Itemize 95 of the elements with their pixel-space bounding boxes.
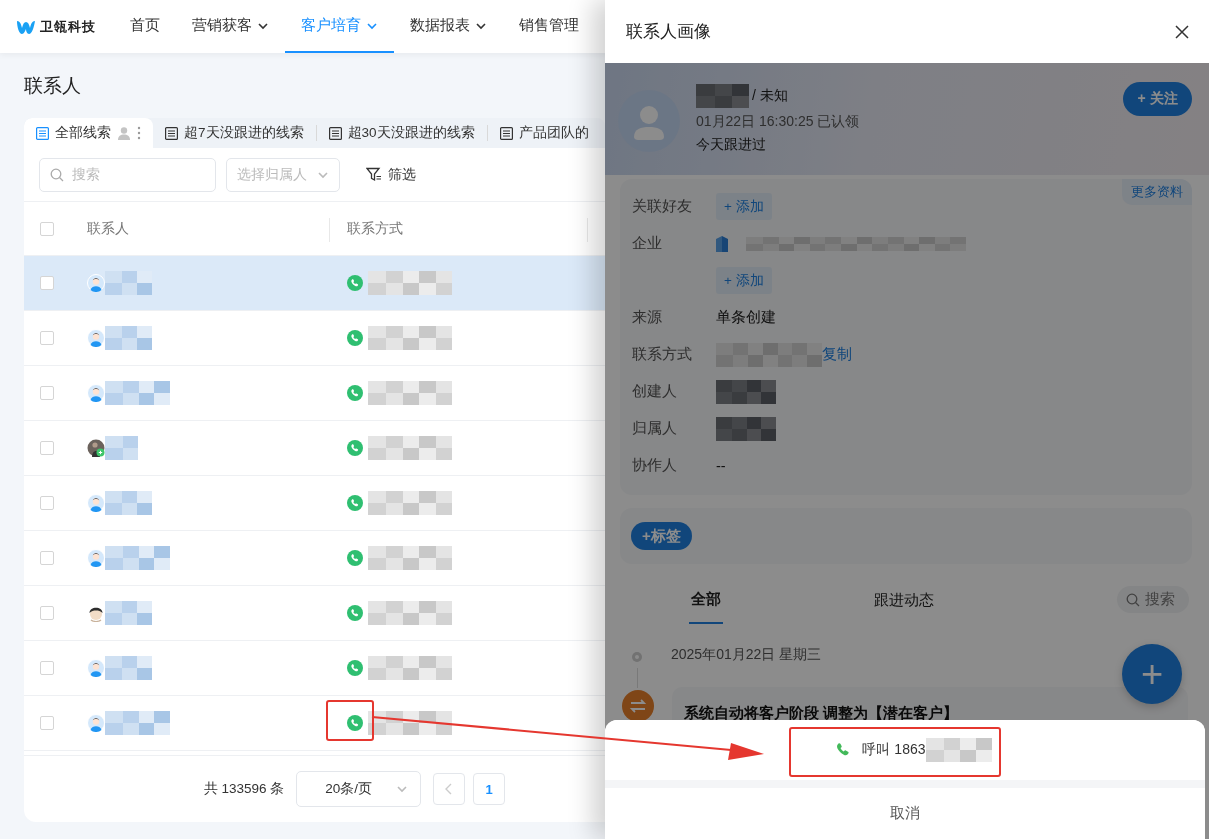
field-value: -- (716, 457, 726, 474)
checkbox[interactable] (40, 551, 54, 565)
pixelated-mask (716, 379, 776, 404)
search-icon (50, 167, 64, 182)
highlight-frame (326, 700, 374, 741)
pixelated-mask (105, 601, 152, 625)
phone-icon[interactable] (347, 440, 363, 456)
phone-icon[interactable] (347, 660, 363, 676)
avatar-icon (87, 329, 105, 347)
nav-item[interactable]: 客户培育 (285, 0, 394, 53)
phone-icon[interactable] (347, 715, 363, 731)
checkbox[interactable] (40, 386, 54, 400)
avatar-icon (87, 274, 105, 292)
pixelated-mask (925, 738, 992, 762)
pixelated-mask (105, 381, 170, 405)
phone-icon[interactable] (347, 605, 363, 621)
pixelated-mask (105, 436, 138, 460)
more-icon (137, 126, 141, 140)
pixelated-mask (105, 491, 152, 515)
avatar-icon (87, 659, 105, 677)
phone-icon (836, 742, 851, 758)
checkbox[interactable] (40, 276, 54, 290)
filter-button[interactable]: 筛选 (360, 164, 422, 185)
checkbox[interactable] (40, 441, 54, 455)
field-label: 联系方式 (632, 345, 693, 364)
field-value: 单条创建 (716, 308, 776, 327)
avatar-icon (87, 439, 105, 457)
filter-icon (366, 167, 382, 182)
call-text: 呼叫 1863 (862, 741, 926, 759)
gender-text: / 未知 (752, 87, 788, 105)
list-icon (165, 126, 178, 140)
field-label: 协作人 (632, 456, 678, 475)
phone-icon[interactable] (347, 550, 363, 566)
pixelated-mask (105, 546, 170, 570)
nav-item[interactable]: 首页 (114, 0, 176, 53)
checkbox[interactable] (40, 606, 54, 620)
phone-icon[interactable] (347, 385, 363, 401)
checkbox[interactable] (40, 496, 54, 510)
checkbox[interactable] (40, 331, 54, 345)
entry-text: 系统自动将客户阶段 调整为【潜在客户】 (684, 704, 959, 721)
view-tab[interactable]: 超7天没跟进的线索 (153, 118, 316, 148)
pixelated-mask (696, 84, 749, 108)
view-tab[interactable]: 产品团队的 (487, 118, 601, 148)
avatar-icon (87, 494, 105, 512)
field-label: 创建人 (632, 382, 678, 401)
list-icon (36, 126, 49, 140)
close-icon[interactable] (1175, 24, 1189, 39)
building-icon (716, 235, 728, 252)
total-count: 共 133596 条 (203, 780, 285, 798)
avatar-icon (87, 549, 105, 567)
column-header: 联系方式 (347, 219, 403, 238)
previous-page-button[interactable] (433, 773, 465, 805)
list-icon (499, 126, 513, 140)
checkbox[interactable] (40, 716, 54, 730)
pixelated-mask (105, 656, 152, 680)
exchange-icon (622, 690, 654, 722)
timeline-date: 2025年01月22日 星期三 (671, 646, 822, 664)
pixelated-mask (716, 416, 776, 441)
view-tab[interactable]: 超30天没跟进的线索 (316, 118, 487, 148)
field-label: 归属人 (632, 419, 678, 438)
search-icon (1126, 592, 1140, 607)
drawer-title: 联系人画像 (626, 20, 711, 42)
logo-text: 卫瓴科技 (40, 17, 96, 36)
pixelated-mask (105, 271, 152, 295)
nav-item[interactable]: 销售管理 (503, 0, 595, 53)
followup-status: 今天跟进过 (696, 136, 767, 154)
checkbox[interactable] (40, 661, 54, 675)
page-title: 联系人 (24, 74, 81, 98)
page-button[interactable]: 1 (473, 773, 505, 805)
phone-icon[interactable] (347, 495, 363, 511)
field-label: 关联好友 (632, 197, 693, 216)
pixelated-mask (105, 326, 152, 350)
list-icon (328, 126, 342, 140)
field-label: 企业 (632, 234, 663, 253)
nav-item[interactable]: 营销获客 (176, 0, 285, 53)
nav-item[interactable]: 数据报表 (394, 0, 503, 53)
timeline-tab[interactable]: 跟进动态 (872, 576, 936, 624)
avatar-icon (87, 384, 105, 402)
phone-icon[interactable] (347, 330, 363, 346)
pixelated-mask (105, 711, 170, 735)
field-label: 来源 (632, 308, 663, 327)
chevron-down-icon (396, 783, 408, 795)
column-header: 联系人 (87, 219, 129, 238)
chevron-left-icon (444, 783, 454, 795)
user-icon (117, 126, 131, 140)
timeline-dot-icon (631, 651, 643, 663)
avatar-icon (87, 714, 105, 732)
phone-icon[interactable] (347, 275, 363, 291)
view-tab[interactable]: 全部线索 (24, 118, 153, 148)
checkbox[interactable] (40, 221, 54, 236)
logo-icon (16, 18, 36, 35)
add-tag-button[interactable]: +标签 (631, 522, 692, 550)
follow-button[interactable]: + 关注 (1123, 82, 1192, 116)
page-size-select[interactable]: 20条/页 (296, 771, 421, 807)
claimed-time: 01月22日 16:30:25 已认领 (696, 113, 860, 131)
